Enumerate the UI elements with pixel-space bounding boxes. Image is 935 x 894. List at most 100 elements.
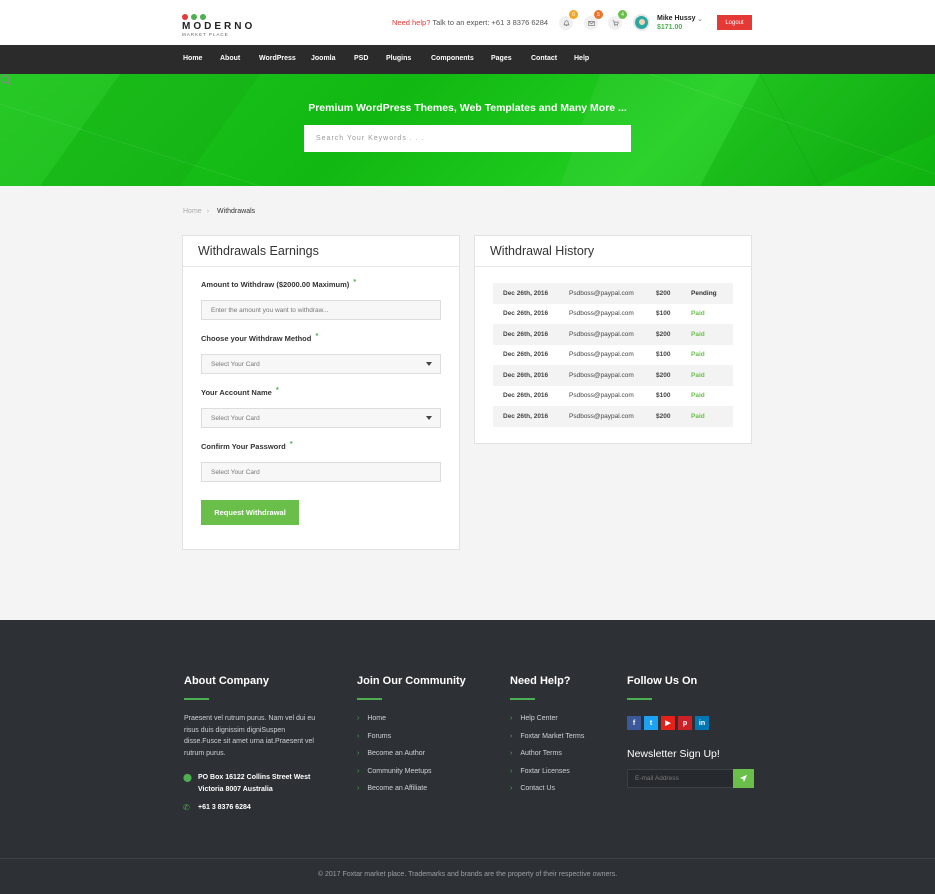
table-row: Dec 26th, 2016 Psdboss@paypal.com $200 Paid: [493, 365, 733, 386]
help-phone[interactable]: +61 3 8376 6284: [492, 18, 549, 27]
history-status: Paid: [691, 351, 705, 359]
history-date: Dec 26th, 2016: [503, 351, 549, 359]
account-name-value: Select Your Card: [211, 414, 260, 422]
cart-badge: 4: [618, 10, 627, 19]
table-row: Dec 26th, 2016 Psdboss@paypal.com $100 Paid: [493, 386, 733, 407]
history-email: Psdboss@paypal.com: [569, 392, 634, 400]
panel-title: Withdrawal History: [475, 236, 751, 267]
chevron-right-icon: ›: [510, 767, 513, 775]
about-text: Praesent vel rutrum purus. Nam vel dui e…: [184, 715, 316, 757]
help-link-label: Help Center: [520, 715, 558, 722]
pinterest-icon[interactable]: p: [678, 716, 692, 730]
newsletter-email-input[interactable]: E-mail Address: [627, 769, 734, 788]
history-date: Dec 26th, 2016: [503, 330, 549, 338]
history-email: Psdboss@paypal.com: [569, 351, 634, 359]
nav-item-components[interactable]: Components: [431, 55, 474, 62]
history-date: Dec 26th, 2016: [503, 412, 549, 420]
nav-item-plugins[interactable]: Plugins: [386, 55, 411, 62]
send-icon: [739, 774, 748, 783]
nav-item-about[interactable]: About: [220, 55, 240, 62]
logo[interactable]: MODERNO MARKET PLACE: [182, 14, 255, 37]
caret-down-icon: [426, 416, 432, 420]
help-link[interactable]: › Foxtar Licenses: [510, 768, 570, 775]
title-underline: [184, 698, 209, 700]
amount-input[interactable]: Enter the amount you want to withdraw...: [201, 300, 441, 320]
help-link[interactable]: › Contact Us: [510, 785, 555, 792]
user-name[interactable]: Mike Hussy: [657, 15, 696, 22]
help-link-label: Foxtar Market Terms: [520, 732, 585, 740]
nav-item-help[interactable]: Help: [574, 55, 589, 62]
method-label: Choose your Withdraw Method *: [201, 331, 319, 343]
community-title: Join Our Community: [357, 675, 466, 687]
community-link[interactable]: › Community Meetups: [357, 768, 432, 775]
avatar[interactable]: [633, 14, 650, 31]
amount-label: Amount to Withdraw ($2000.00 Maximum) *: [201, 277, 357, 289]
community-link[interactable]: › Become an Author: [357, 750, 425, 757]
table-row: Dec 26th, 2016 Psdboss@paypal.com $100 Paid: [493, 345, 733, 366]
linkedin-icon[interactable]: in: [695, 716, 709, 730]
nav-item-pages[interactable]: Pages: [491, 55, 512, 62]
copyright: © 2017 Foxtar market place. Trademarks a…: [317, 871, 618, 878]
account-name-select[interactable]: Select Your Card: [201, 408, 441, 428]
title-underline: [627, 698, 652, 700]
history-amount: $200: [656, 371, 671, 379]
confirm-password-input[interactable]: Select Your Card: [201, 462, 441, 482]
hero-title: Premium WordPress Themes, Web Templates …: [308, 102, 627, 114]
notifications-badge: 0: [569, 10, 578, 19]
account-label: Your Account Name *: [201, 385, 279, 397]
panel-title: Withdrawals Earnings: [183, 236, 459, 267]
help-contact: Need help? Talk to an expert: +61 3 8376…: [392, 18, 548, 27]
nav-item-wordpress[interactable]: WordPress: [259, 55, 296, 62]
newsletter-submit-button[interactable]: [733, 769, 754, 788]
history-date: Dec 26th, 2016: [503, 371, 549, 379]
phone-icon: ✆: [183, 803, 190, 812]
nav-item-joomla[interactable]: Joomla: [311, 55, 336, 62]
history-amount: $200: [656, 330, 671, 338]
community-link[interactable]: › Forums: [357, 733, 391, 740]
request-withdrawal-button[interactable]: Request Withdrawal: [201, 500, 299, 525]
nav-item-psd[interactable]: PSD: [354, 55, 368, 62]
twitter-icon[interactable]: t: [644, 716, 658, 730]
facebook-icon[interactable]: f: [627, 716, 641, 730]
map-pin-icon: ⬤: [183, 773, 192, 782]
logout-button[interactable]: Logout: [717, 15, 752, 30]
youtube-icon[interactable]: ▶: [661, 716, 675, 730]
search-input[interactable]: Search Your Keywords . . .: [304, 125, 631, 152]
main-nav: Home About WordPress Joomla PSD Plugins …: [0, 45, 935, 74]
top-bar: MODERNO MARKET PLACE Need help? Talk to …: [0, 0, 935, 45]
footer: About Company Praesent vel rutrum purus.…: [0, 620, 935, 894]
follow-title: Follow Us On: [627, 675, 698, 687]
history-table: Dec 26th, 2016 Psdboss@paypal.com $200 Pend…: [493, 283, 733, 427]
help-link[interactable]: › Author Terms: [510, 750, 562, 757]
cart-button[interactable]: 4: [608, 10, 627, 30]
search-icon[interactable]: [0, 74, 12, 86]
history-status: Paid: [691, 412, 705, 420]
community-link[interactable]: › Become an Affiliate: [357, 785, 427, 792]
history-status: Pending: [691, 289, 717, 297]
withdraw-method-select[interactable]: Select Your Card: [201, 354, 441, 374]
history-amount: $100: [656, 351, 671, 359]
footer-phone: +61 3 8376 6284: [198, 804, 251, 811]
help-title: Need Help?: [510, 675, 571, 687]
table-row: Dec 26th, 2016 Psdboss@paypal.com $200 Pend…: [493, 283, 733, 304]
table-row: Dec 26th, 2016 Psdboss@paypal.com $200 Paid: [493, 324, 733, 345]
community-link[interactable]: › Home: [357, 715, 386, 722]
logo-text: MODERNO: [182, 21, 256, 32]
community-link-label: Become an Author: [367, 750, 425, 757]
messages-badge: 5: [594, 10, 603, 19]
chevron-down-icon[interactable]: ⌄: [697, 15, 703, 23]
community-link-label: Become an Affiliate: [367, 785, 428, 792]
breadcrumb-home[interactable]: Home: [183, 208, 202, 215]
help-link[interactable]: › Foxtar Market Terms: [510, 733, 584, 740]
history-email: Psdboss@paypal.com: [569, 371, 634, 379]
title-underline: [510, 698, 535, 700]
messages-button[interactable]: 5: [584, 10, 603, 30]
withdrawals-earnings-panel: Withdrawals Earnings Amount to Withdraw …: [182, 235, 460, 550]
history-amount: $200: [656, 412, 671, 420]
notifications-button[interactable]: 0: [559, 10, 578, 30]
help-link[interactable]: › Help Center: [510, 715, 558, 722]
title-underline: [357, 698, 382, 700]
nav-item-home[interactable]: Home: [183, 55, 202, 62]
nav-item-contact[interactable]: Contact: [531, 55, 557, 62]
chevron-right-icon: ›: [357, 785, 360, 792]
